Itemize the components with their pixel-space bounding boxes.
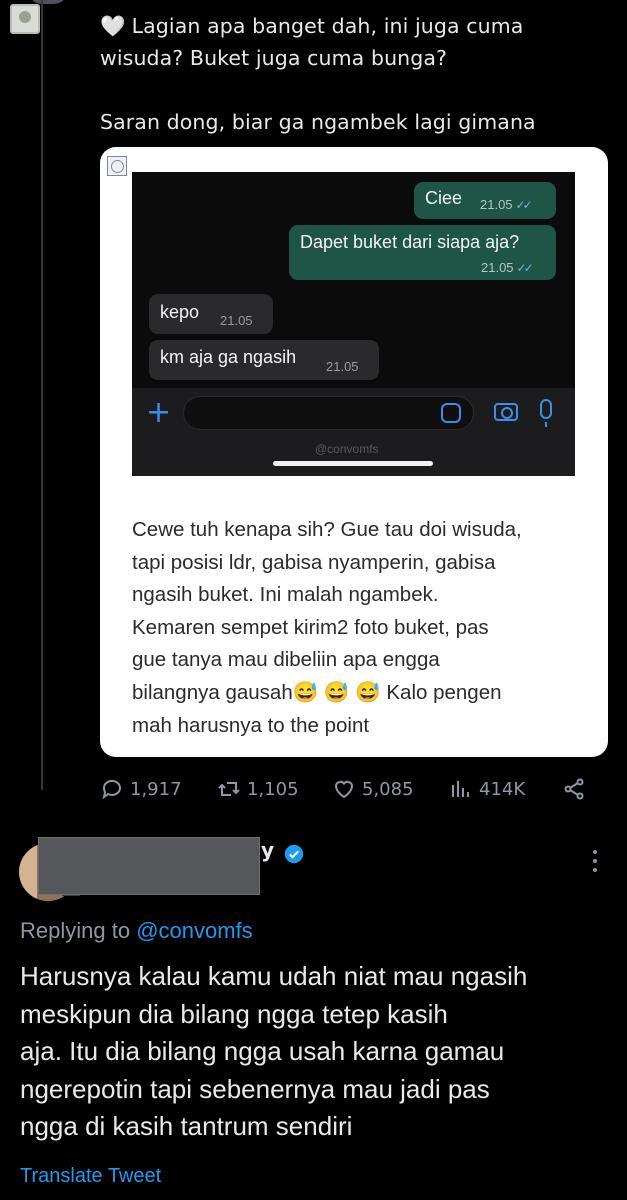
share-button[interactable] bbox=[562, 772, 586, 806]
thread-connector-line bbox=[41, 0, 43, 790]
chat-bubble-outgoing: Ciee 21.05 ✓✓ bbox=[414, 182, 556, 219]
tweet-text: 🤍 Lagian apa banget dah, ini juga cuma wi… bbox=[100, 10, 620, 138]
microphone-icon bbox=[540, 399, 552, 427]
chat-screenshot: Ciee 21.05 ✓✓ Dapet buket dari siapa aja?… bbox=[132, 172, 575, 476]
analytics-icon bbox=[452, 781, 469, 797]
watermark: @convomfs bbox=[315, 442, 379, 456]
share-icon bbox=[564, 778, 584, 800]
views-button[interactable]: 414K bbox=[449, 772, 525, 806]
chat-bubble-incoming: km aja ga ngasih 21.05 bbox=[149, 340, 379, 380]
message-time: 21.05 bbox=[480, 197, 513, 212]
more-options-icon[interactable] bbox=[592, 850, 598, 876]
reply-line: Harusnya kalau kamu udah niat mau ngasih bbox=[20, 961, 528, 991]
reply-line: ngga di kasih tantrum sendiri bbox=[20, 1111, 353, 1142]
double-check-icon: ✓✓ bbox=[516, 261, 534, 275]
chat-bubble-incoming: kepo 21.05 bbox=[149, 294, 273, 334]
retweet-count: 1,105 bbox=[247, 778, 299, 800]
chat-bubble-outgoing: Dapet buket dari siapa aja? 21.05 ✓✓ bbox=[289, 225, 556, 280]
caption-line: tapi posisi ldr, gabisa nyamperin, gabis… bbox=[132, 550, 496, 574]
message-text: km aja ga ngasih bbox=[160, 347, 297, 367]
sticker-icon bbox=[441, 403, 461, 423]
message-time: 21.05 bbox=[220, 313, 253, 328]
heart-icon bbox=[334, 780, 354, 799]
caption-line: bilangnya gausah😅 😅 😅 Kalo pengen bbox=[132, 680, 502, 704]
like-button[interactable]: 5,085 bbox=[332, 772, 414, 806]
reply-line: aja. Itu dia bilang ngga usah karna gama… bbox=[20, 1036, 505, 1067]
message-text: Ciee bbox=[425, 188, 463, 208]
redacted-username-block bbox=[38, 837, 260, 895]
retweet-icon bbox=[218, 782, 240, 796]
card-caption: Cewe tuh kenapa sih? Gue tau doi wisuda,… bbox=[132, 514, 602, 742]
caption-line: gue tanya mau dibeliin apa engga bbox=[132, 648, 440, 672]
embedded-image-card[interactable]: Ciee 21.05 ✓✓ Dapet buket dari siapa aja?… bbox=[100, 147, 608, 757]
view-count: 414K bbox=[479, 778, 526, 800]
replying-to: Replying to @convomfs bbox=[20, 918, 253, 944]
camera-icon bbox=[494, 403, 518, 421]
caption-line: Cewe tuh kenapa sih? Gue tau doi wisuda, bbox=[132, 518, 522, 541]
verified-badge-icon bbox=[284, 844, 304, 864]
caption-line: mah harusnya to the point bbox=[132, 713, 370, 737]
reply-text: Harusnya kalau kamu udah niat mau ngasih… bbox=[20, 958, 620, 1146]
caption-line: ngasih buket. Ini malah ngambek. bbox=[132, 583, 439, 607]
tweet-actions: 1,917 1,105 5,085 414K bbox=[100, 772, 600, 806]
message-text: kepo bbox=[160, 302, 200, 322]
reply-icon bbox=[102, 779, 121, 800]
reply-line: ngerepotin tapi sebenernya mau jadi pas bbox=[20, 1073, 490, 1104]
message-time: 21.05 bbox=[326, 359, 359, 374]
reply-count: 1,917 bbox=[130, 778, 182, 800]
replying-handle-link[interactable]: @convomfs bbox=[136, 918, 252, 943]
home-indicator bbox=[273, 461, 433, 466]
message-text: Dapet buket dari siapa aja? bbox=[300, 232, 520, 252]
replying-label: Replying to bbox=[20, 918, 131, 943]
author-avatar[interactable] bbox=[10, 4, 40, 34]
retweet-button[interactable]: 1,105 bbox=[217, 772, 299, 806]
message-time: 21.05 bbox=[481, 260, 514, 275]
double-check-icon: ✓✓ bbox=[515, 198, 533, 212]
reply-line: meskipun dia bilang ngga tetep kasih bbox=[20, 998, 448, 1029]
reply-author-name-fragment[interactable]: y bbox=[261, 838, 274, 862]
tweet-line-3: Saran dong, biar ga ngambek lagi gimana bbox=[100, 110, 536, 134]
logo-icon bbox=[107, 156, 127, 176]
caption-line: Kemaren sempet kirim2 foto buket, pas bbox=[132, 615, 489, 639]
tweet-line-2: wisuda? Buket juga cuma bunga? bbox=[100, 46, 448, 70]
chat-input-bar: + @convomfs bbox=[132, 388, 575, 476]
tweet-line-1: Lagian apa banget dah, ini juga cuma bbox=[131, 14, 524, 38]
white-heart-icon: 🤍 bbox=[100, 14, 126, 38]
message-input bbox=[183, 396, 474, 430]
translate-tweet-link[interactable]: Translate Tweet bbox=[20, 1165, 161, 1188]
plus-icon: + bbox=[146, 395, 172, 430]
reply-button[interactable]: 1,917 bbox=[100, 772, 182, 806]
like-count: 5,085 bbox=[362, 778, 414, 800]
